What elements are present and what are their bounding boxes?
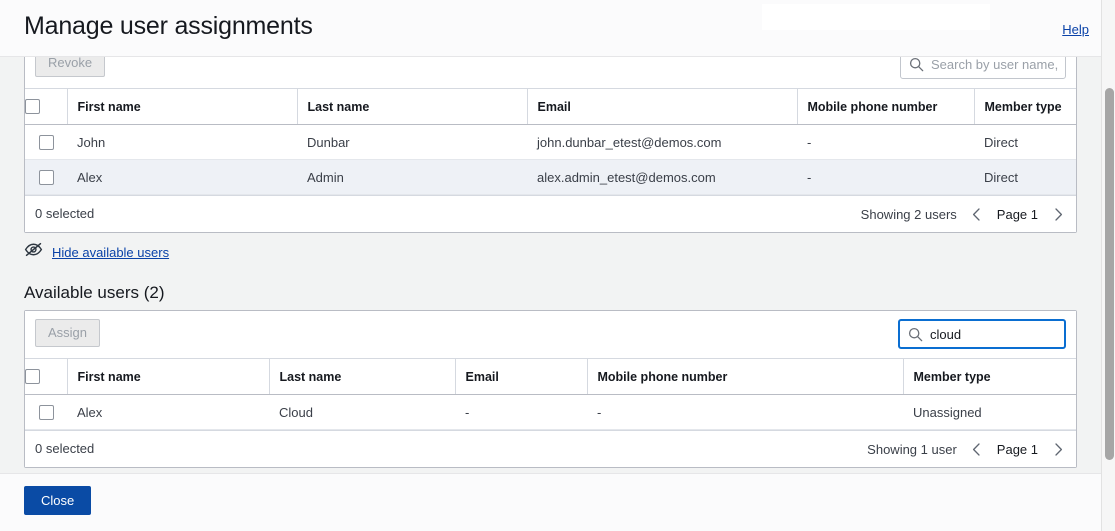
hide-available-users-toggle[interactable]: Hide available users <box>24 242 169 262</box>
available-users-search-input[interactable] <box>930 326 1064 342</box>
table-row[interactable]: John Dunbar john.dunbar_etest@demos.com … <box>25 124 1076 161</box>
cell-last-name: Admin <box>297 159 527 196</box>
column-header-member-type[interactable]: Member type <box>903 359 1076 395</box>
available-users-toolbar: Assign <box>25 311 1076 359</box>
selected-count: 0 selected <box>35 206 95 222</box>
cell-email: john.dunbar_etest@demos.com <box>527 124 797 161</box>
modal-footer-bar: Close <box>0 473 1115 531</box>
page-indicator[interactable]: Page 1 <box>997 442 1038 457</box>
next-page-icon[interactable] <box>1048 439 1068 459</box>
cell-email: alex.admin_etest@demos.com <box>527 159 797 196</box>
page-title: Manage user assignments <box>24 12 313 40</box>
row-select-cell <box>25 394 67 431</box>
column-header-last-name[interactable]: Last name <box>269 359 456 395</box>
available-users-card: Assign cloud First name Last name Email … <box>24 310 1077 469</box>
close-button[interactable]: Close <box>24 486 92 515</box>
row-checkbox[interactable] <box>38 170 54 186</box>
cell-first-name: Alex <box>67 159 297 196</box>
table-row[interactable]: Alex Admin alex.admin_etest@demos.com - … <box>25 159 1076 196</box>
cell-member-type: Unassigned <box>903 394 1076 431</box>
select-all-checkbox[interactable] <box>25 369 40 384</box>
modal-header: Manage user assignments Help <box>0 0 1115 57</box>
search-icon <box>908 327 923 342</box>
column-header-email[interactable]: Email <box>455 359 588 395</box>
column-header-first-name[interactable]: First name <box>67 359 270 395</box>
previous-page-icon[interactable] <box>967 439 987 459</box>
help-link[interactable]: Help <box>1062 22 1089 37</box>
scrollbar-thumb[interactable] <box>1105 88 1114 460</box>
cell-mobile: - <box>797 159 974 196</box>
cell-first-name: Alex <box>67 394 269 431</box>
modal-dialog: Revoke Search by user name, First name L… <box>0 0 1115 531</box>
showing-count: Showing 1 user <box>867 441 957 457</box>
cell-last-name: Cloud <box>269 394 455 431</box>
column-header-member-type[interactable]: Member type <box>974 89 1076 125</box>
cell-last-name: Dunbar <box>297 124 527 161</box>
column-header-first-name[interactable]: First name <box>67 89 298 125</box>
previous-page-icon[interactable] <box>967 204 987 224</box>
select-all-checkbox[interactable] <box>25 99 40 114</box>
column-header-email[interactable]: Email <box>527 89 798 125</box>
column-header-mobile[interactable]: Mobile phone number <box>797 89 975 125</box>
assigned-users-pagination: Showing 2 users Page 1 <box>861 204 1068 224</box>
row-checkbox[interactable] <box>38 405 54 421</box>
available-users-footer: 0 selected Showing 1 user Page 1 <box>25 430 1076 468</box>
row-select-cell <box>25 159 67 196</box>
showing-count: Showing 2 users <box>860 206 957 222</box>
cell-member-type: Direct <box>974 159 1076 196</box>
available-users-search[interactable] <box>898 319 1066 349</box>
select-all-header <box>25 89 68 125</box>
table-header-row: First name Last name Email Mobile phone … <box>25 89 1076 125</box>
selected-count: 0 selected <box>35 441 95 457</box>
cell-mobile: - <box>587 394 903 431</box>
assigned-users-footer: 0 selected Showing 2 users Page 1 <box>25 195 1076 233</box>
vertical-scrollbar[interactable] <box>1101 0 1115 531</box>
assigned-users-table: First name Last name Email Mobile phone … <box>25 89 1076 196</box>
cell-first-name: John <box>67 124 297 161</box>
page-indicator[interactable]: Page 1 <box>997 207 1038 222</box>
row-select-cell <box>25 124 67 161</box>
header-overlay-block <box>762 4 990 30</box>
table-header-row: First name Last name Email Mobile phone … <box>25 359 1076 395</box>
row-checkbox[interactable] <box>38 135 54 151</box>
available-users-heading: Available users (2) <box>24 283 165 302</box>
next-page-icon[interactable] <box>1048 204 1068 224</box>
column-header-mobile[interactable]: Mobile phone number <box>587 359 904 395</box>
available-users-table: First name Last name Email Mobile phone … <box>25 359 1076 431</box>
select-all-header <box>25 359 68 395</box>
eye-slash-icon <box>24 242 43 262</box>
cell-email: - <box>455 394 587 431</box>
assign-button[interactable]: Assign <box>35 319 101 347</box>
table-row[interactable]: Alex Cloud - - Unassigned <box>25 394 1076 431</box>
search-icon <box>909 57 924 72</box>
column-header-last-name[interactable]: Last name <box>297 89 528 125</box>
scroll-viewport: Revoke Search by user name, First name L… <box>0 0 1103 531</box>
cell-member-type: Direct <box>974 124 1076 161</box>
cell-mobile: - <box>797 124 974 161</box>
assigned-users-search-input[interactable] <box>931 56 1065 72</box>
available-users-pagination: Showing 1 user Page 1 <box>867 439 1068 459</box>
assigned-users-card: Revoke Search by user name, First name L… <box>24 40 1077 234</box>
hide-available-users-label: Hide available users <box>52 244 170 260</box>
